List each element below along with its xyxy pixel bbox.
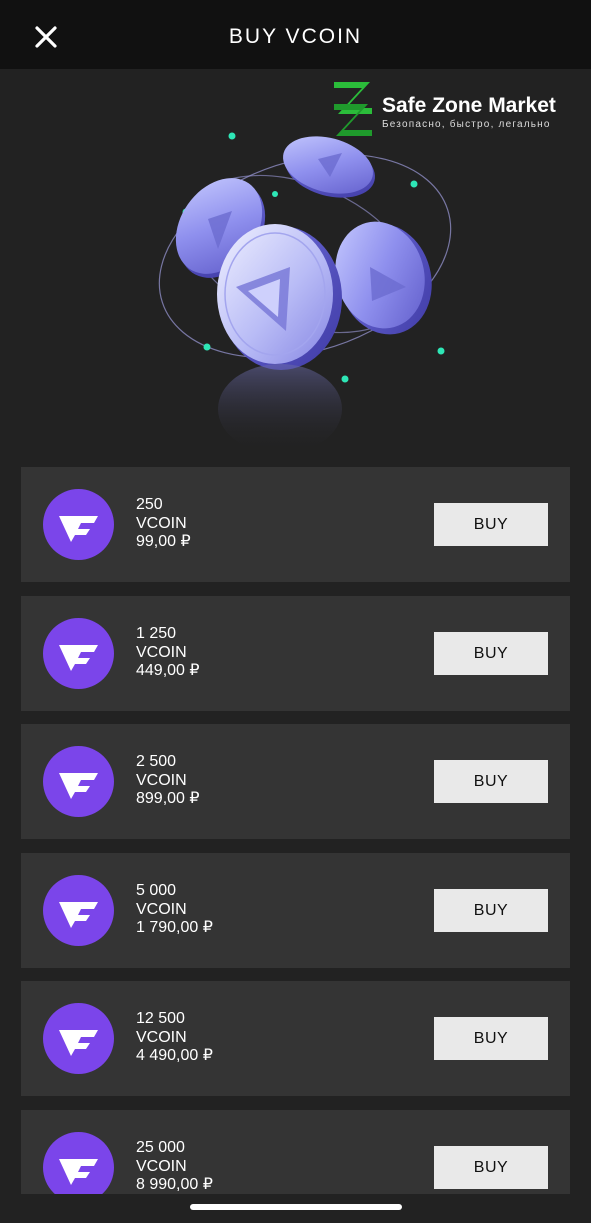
offer-price: 1 790,00 ₽	[136, 919, 213, 936]
header-bar: BUY VCOIN	[0, 0, 591, 69]
buy-button[interactable]: BUY	[434, 760, 548, 803]
offer-card-25000: 25 000 VCOIN 8 990,00 ₽ BUY	[21, 1110, 570, 1194]
vcoin-logo-icon	[43, 1003, 114, 1074]
buy-button[interactable]: BUY	[434, 632, 548, 675]
offer-amount: 1 250	[136, 625, 177, 642]
offer-details: 12 500 VCOIN 4 490,00 ₽	[136, 1010, 213, 1066]
offer-currency: VCOIN	[136, 771, 187, 789]
offer-currency: VCOIN	[136, 514, 187, 532]
offer-amount: 12 500	[136, 1010, 185, 1027]
offer-amount: 25 000	[136, 1139, 185, 1156]
hero-banner: Safe Zone Market Безопасно, быстро, лега…	[0, 69, 591, 454]
offer-card-250: 250 VCOIN 99,00 ₽ BUY	[21, 467, 570, 582]
offer-amount: 2 500	[136, 753, 177, 770]
vcoin-logo-icon	[43, 746, 114, 817]
offer-card-2500: 2 500 VCOIN 899,00 ₽ BUY	[21, 724, 570, 839]
offer-details: 250 VCOIN 99,00 ₽	[136, 496, 191, 552]
watermark-subtitle: Безопасно, быстро, легально	[382, 119, 551, 130]
offer-details: 2 500 VCOIN 899,00 ₽	[136, 753, 200, 809]
offer-currency: VCOIN	[136, 643, 187, 661]
watermark-title: Safe Zone Market	[382, 94, 556, 117]
buy-button[interactable]: BUY	[434, 1146, 548, 1189]
vcoin-logo-icon	[43, 875, 114, 946]
offer-card-5000: 5 000 VCOIN 1 790,00 ₽ BUY	[21, 853, 570, 968]
offer-price: 4 490,00 ₽	[136, 1047, 213, 1064]
offer-card-1250: 1 250 VCOIN 449,00 ₽ BUY	[21, 596, 570, 711]
safe-zone-logo-icon	[334, 82, 372, 136]
offer-currency: VCOIN	[136, 1028, 187, 1046]
buy-button[interactable]: BUY	[434, 503, 548, 546]
offer-details: 5 000 VCOIN 1 790,00 ₽	[136, 882, 213, 938]
offer-price: 99,00 ₽	[136, 533, 191, 550]
offer-amount: 250	[136, 496, 163, 513]
offer-price: 449,00 ₽	[136, 662, 200, 679]
offer-details: 25 000 VCOIN 8 990,00 ₽	[136, 1139, 213, 1194]
offer-amount: 5 000	[136, 882, 177, 899]
page-title: BUY VCOIN	[228, 25, 363, 48]
offer-details: 1 250 VCOIN 449,00 ₽	[136, 625, 200, 681]
buy-button[interactable]: BUY	[434, 889, 548, 932]
vcoin-logo-icon	[43, 1132, 114, 1194]
buy-vcoin-screen: BUY VCOIN Safe Zone Market Безопасно, бы…	[0, 0, 591, 1223]
offer-currency: VCOIN	[136, 1157, 187, 1175]
vcoin-logo-icon	[43, 489, 114, 560]
vcoin-logo-icon	[43, 618, 114, 689]
offer-currency: VCOIN	[136, 900, 187, 918]
offer-card-12500: 12 500 VCOIN 4 490,00 ₽ BUY	[21, 981, 570, 1096]
offer-price: 8 990,00 ₽	[136, 1176, 213, 1193]
watermark: Safe Zone Market Безопасно, быстро, лега…	[332, 80, 572, 140]
home-indicator[interactable]	[190, 1204, 402, 1210]
buy-button[interactable]: BUY	[434, 1017, 548, 1060]
offer-price: 899,00 ₽	[136, 790, 200, 807]
